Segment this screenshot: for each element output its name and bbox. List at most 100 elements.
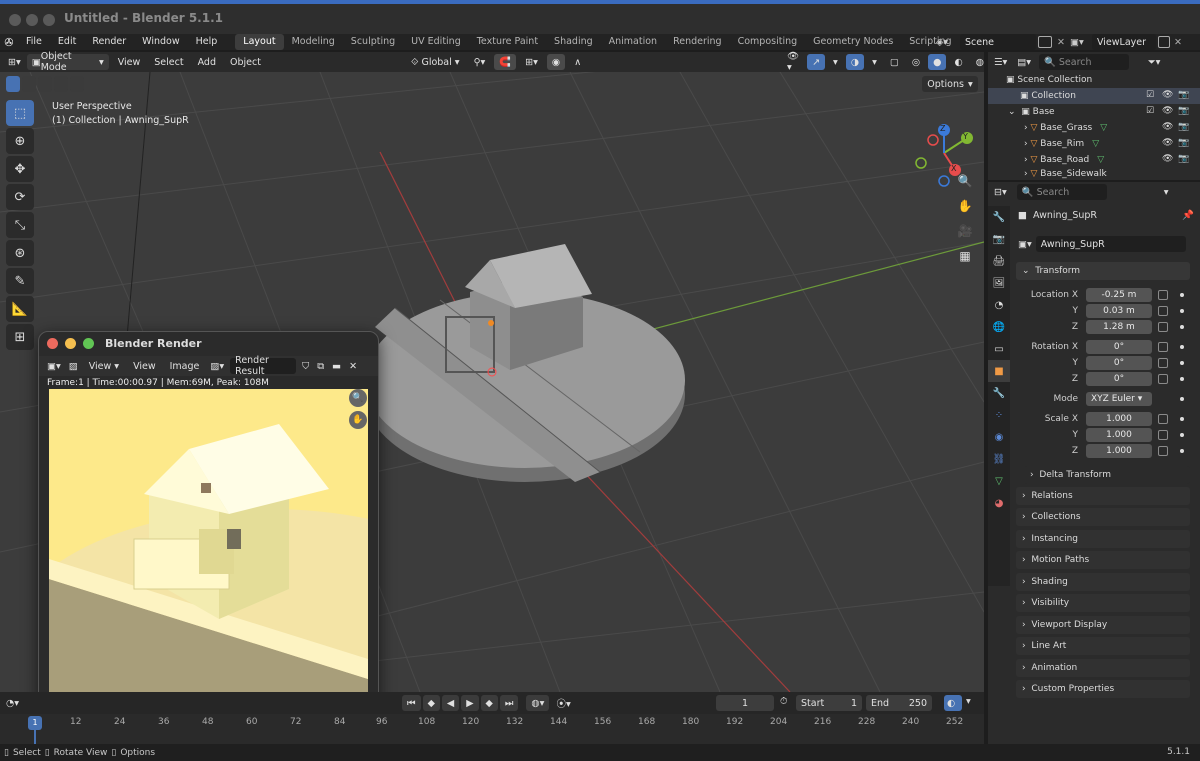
eye-icon[interactable]: 👁	[1162, 138, 1173, 148]
end-frame-field[interactable]: End 250	[866, 695, 932, 711]
lock-rotation-x-icon[interactable]	[1158, 342, 1168, 352]
ortho-grid-icon[interactable]: ▦	[954, 245, 976, 267]
new-image-icon[interactable]: ⧉	[315, 358, 326, 374]
animation-panel[interactable]: › Animation	[1016, 659, 1190, 677]
keying-icon[interactable]: ◍▾	[526, 695, 550, 711]
keyframe-dot-icon[interactable]	[1180, 345, 1184, 349]
keyframe-dot-icon[interactable]	[1180, 417, 1184, 421]
motion-paths-panel[interactable]: › Motion Paths	[1016, 551, 1190, 569]
scene-selector[interactable]: Scene	[960, 34, 1036, 50]
tab-layout[interactable]: Layout	[235, 34, 284, 50]
render-zoom-button[interactable]	[83, 338, 94, 349]
tab-geometry-nodes[interactable]: Geometry Nodes	[805, 34, 901, 50]
rotate-icon[interactable]: ⟳	[6, 184, 34, 210]
annotate-icon[interactable]: ✎	[6, 268, 34, 294]
tab-compositing[interactable]: Compositing	[730, 34, 806, 50]
playhead-frame[interactable]: 1	[28, 716, 42, 730]
rotation-y-field[interactable]: 0°	[1086, 356, 1152, 370]
modifier-tab-icon[interactable]: 🔧	[988, 382, 1010, 404]
keyframe-dot-icon[interactable]	[1180, 293, 1184, 297]
view-layer-icon[interactable]: ▣▾	[1070, 37, 1090, 48]
cursor-icon[interactable]: ⊕	[6, 128, 34, 154]
custom-properties-panel[interactable]: › Custom Properties	[1016, 680, 1190, 698]
stopwatch-icon[interactable]: ⏱	[780, 696, 787, 707]
timeline-ruler[interactable]: 1 12 24 36 48 60 72 84 96 108 120 132 14…	[0, 714, 984, 744]
world-tab-icon[interactable]: 🌐	[988, 316, 1010, 338]
close-image-icon[interactable]: ✕	[347, 358, 359, 374]
view-layer-tab-icon[interactable]: 🖼	[988, 272, 1010, 294]
particles-tab-icon[interactable]: ⁘	[988, 404, 1010, 426]
editor-type-icon[interactable]: ⊞▾	[6, 54, 23, 70]
gizmo-dropdown-icon[interactable]: ▾	[828, 54, 843, 70]
render-result-image[interactable]: 🔍 ✋	[49, 389, 368, 709]
move-icon[interactable]: ✥	[6, 156, 34, 182]
output-tab-icon[interactable]: 🖨	[988, 250, 1010, 272]
keyframe-dot-icon[interactable]	[1180, 309, 1184, 313]
outliner-type-icon[interactable]: ☰▾	[992, 54, 1009, 70]
physics-tab-icon[interactable]: ◉	[988, 426, 1010, 448]
scale-z-field[interactable]: 1.000	[1086, 444, 1152, 458]
play-icon[interactable]: ▶	[461, 695, 479, 711]
tool-tab-icon[interactable]: 🔧	[988, 206, 1010, 228]
auto-key-icon[interactable]: ⦿▾	[551, 695, 575, 711]
lock-location-z-icon[interactable]	[1158, 322, 1168, 332]
scene-type-icon[interactable]: ◈▾	[936, 37, 958, 48]
transform-icon[interactable]: ⊛	[6, 240, 34, 266]
rotation-x-field[interactable]: 0°	[1086, 340, 1152, 354]
object-tab-icon[interactable]: ■	[988, 360, 1010, 382]
menu-image[interactable]: Image	[165, 358, 205, 374]
open-image-folder-icon[interactable]: ▬	[330, 358, 343, 374]
menu-object[interactable]: Object	[225, 54, 266, 70]
xray-icon[interactable]: ▢	[885, 54, 904, 70]
tab-uv-editing[interactable]: UV Editing	[403, 34, 469, 50]
solid-shading-icon[interactable]: ●	[928, 54, 947, 70]
jump-end-icon[interactable]: ⏭	[499, 695, 519, 711]
render-zoom-icon[interactable]: 🔍	[349, 389, 367, 407]
transform-panel-header[interactable]: ⌄ Transform	[1016, 262, 1190, 280]
render-camera-icon[interactable]: 📷	[1178, 106, 1189, 116]
overlays-toggle-icon[interactable]: ◑	[845, 54, 865, 70]
display-mode-icon[interactable]: ▤▾	[1015, 54, 1033, 70]
filter-icon[interactable]: ⏷▾	[1143, 54, 1165, 70]
render-pan-icon[interactable]: ✋	[349, 411, 367, 429]
image-editor-type-icon[interactable]: ▣▾	[45, 358, 63, 374]
tab-animation[interactable]: Animation	[601, 34, 665, 50]
new-scene-icon[interactable]	[1038, 36, 1052, 48]
outliner-object[interactable]: › ▽ Base_Rim ▽ 👁 📷	[988, 136, 1200, 152]
add-cube-icon[interactable]: ⊞	[6, 324, 34, 350]
options-button[interactable]: Options ▾	[922, 76, 978, 92]
object-data-icon[interactable]: ▣▾	[1018, 239, 1032, 250]
render-minimize-button[interactable]	[65, 338, 76, 349]
timeline-editor-icon[interactable]: ◔▾	[4, 695, 21, 711]
keyframe-dot-icon[interactable]	[1180, 361, 1184, 365]
select-new-icon[interactable]	[6, 76, 20, 92]
tab-sculpting[interactable]: Sculpting	[343, 34, 403, 50]
rendered-shading-icon[interactable]: ◍	[971, 54, 989, 70]
prev-keyframe-icon[interactable]: ◆	[422, 695, 440, 711]
material-tab-icon[interactable]: ◕	[988, 492, 1010, 514]
scale-x-field[interactable]: 1.000	[1086, 412, 1152, 426]
lock-location-x-icon[interactable]	[1158, 290, 1168, 300]
menu-image-view[interactable]: View	[128, 358, 161, 374]
pan-hand-icon[interactable]: ✋	[954, 195, 976, 217]
object-name-field[interactable]: Awning_SupR	[1035, 236, 1186, 252]
tab-texture-paint[interactable]: Texture Paint	[469, 34, 546, 50]
delta-transform-panel[interactable]: › Delta Transform	[1024, 466, 1190, 484]
image-view-dropdown[interactable]: View ▾	[84, 358, 124, 374]
menu-help[interactable]: Help	[188, 34, 226, 50]
browse-image-icon[interactable]: ▨▾	[208, 358, 226, 374]
eye-icon[interactable]: 👁	[1162, 154, 1173, 164]
location-x-field[interactable]: -0.25 m	[1086, 288, 1152, 302]
eye-icon[interactable]: 👁	[1162, 90, 1173, 100]
falloff-icon[interactable]: ∧	[569, 54, 586, 70]
proportional-edit-icon[interactable]: ◉	[546, 54, 566, 70]
scale-icon[interactable]: ⤡	[6, 212, 34, 238]
keyframe-dot-icon[interactable]	[1180, 449, 1184, 453]
lock-rotation-y-icon[interactable]	[1158, 358, 1168, 368]
select-intersect-icon[interactable]	[70, 76, 84, 92]
delete-view-layer-icon[interactable]: ✕	[1172, 37, 1184, 48]
line-art-panel[interactable]: › Line Art	[1016, 637, 1190, 655]
jump-start-icon[interactable]: ⏮	[402, 695, 421, 711]
render-camera-icon[interactable]: 📷	[1178, 154, 1189, 164]
lock-rotation-z-icon[interactable]	[1158, 374, 1168, 384]
